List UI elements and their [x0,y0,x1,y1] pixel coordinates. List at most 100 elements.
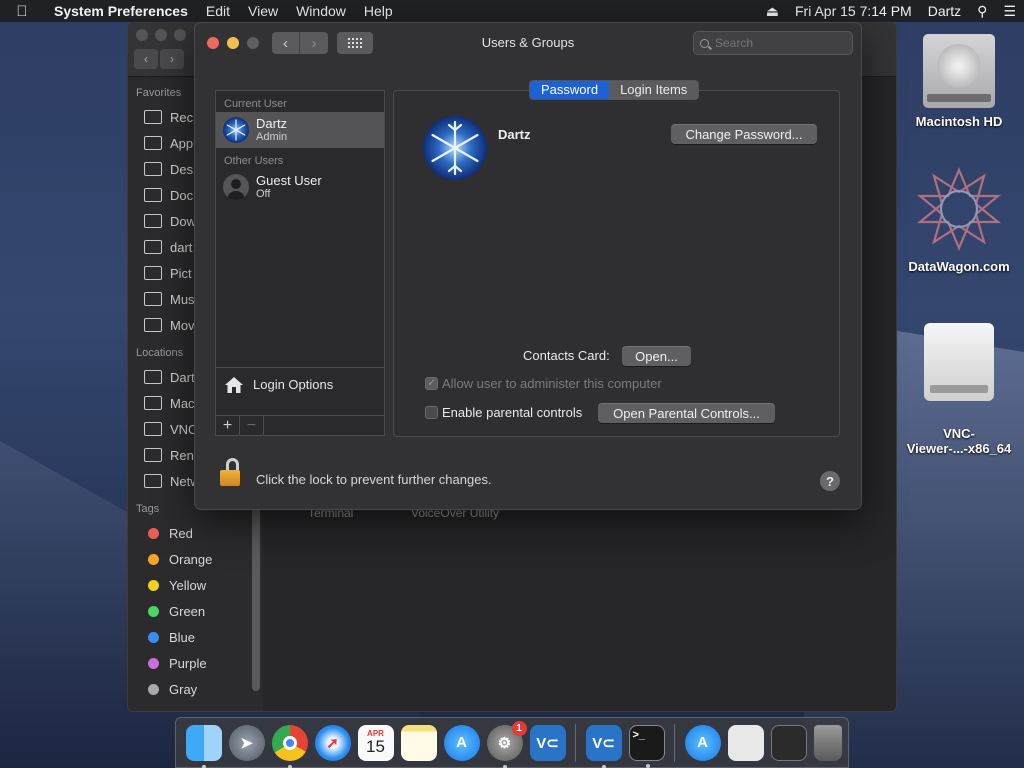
change-password-button[interactable]: Change Password... [671,124,817,144]
dock-separator [575,723,576,762]
calendar-day: 15 [366,737,385,756]
apple-menu-icon[interactable]:  [0,3,44,20]
other-users-header: Other Users [224,155,284,167]
tab-login-items[interactable]: Login Items [609,81,699,99]
tag-red[interactable]: Red [128,520,263,546]
allow-admin-checkbox: ✓ [425,377,438,390]
parental-controls-checkbox[interactable] [425,406,438,419]
tag-green[interactable]: Green [128,598,263,624]
finder-nav: ‹ › [134,49,184,69]
terminal-icon[interactable]: >_ [628,724,665,768]
guest-avatar-icon [223,174,249,200]
lock-message: Click the lock to prevent further change… [256,472,492,487]
remove-user-button[interactable]: − [240,416,264,435]
drive-icon [144,422,162,436]
dock-separator [674,723,675,762]
snowflake-icon [431,120,479,176]
add-user-button[interactable]: + [216,416,240,435]
computer-icon [144,370,162,384]
tag-dot-icon [148,527,159,539]
tag-orange[interactable]: Orange [128,546,263,572]
document-icon[interactable] [727,724,764,761]
desktop-icon-label: DataWagon.com [908,259,1010,274]
menu-bar:  System Preferences Edit View Window He… [0,0,1024,22]
user-picture[interactable] [423,116,487,180]
desktop-icon-vnc-viewer[interactable]: VNC- Viewer-...-x86_64 [904,308,1014,471]
screen-sharing-icon[interactable] [770,724,807,761]
contacts-card-label: Contacts Card: [523,348,610,363]
tag-yellow[interactable]: Yellow [128,572,263,598]
eject-icon[interactable]: ⏏ [758,3,787,20]
downloads-icon [144,214,162,228]
vnc-viewer-icon[interactable]: V⊂ [529,724,566,761]
tab-password[interactable]: Password [530,81,610,99]
help-button[interactable]: ? [820,471,840,491]
snowflake-avatar-icon [223,117,249,143]
search-icon [700,38,709,48]
tag-blue[interactable]: Blue [128,624,263,650]
vnc-viewer-icon[interactable]: V⊂ [585,724,622,768]
system-preferences-gear-icon[interactable]: ⚙ 1 [486,720,527,768]
documents-icon [144,188,162,202]
tag-dot-icon [148,553,159,565]
network-icon [144,474,162,488]
lock-icon[interactable] [220,458,242,488]
menu-window[interactable]: Window [287,3,355,19]
user-row-guest[interactable]: Guest User Off [216,169,384,205]
menu-app-name[interactable]: System Preferences [44,3,197,19]
parental-controls-label: Enable parental controls [442,405,583,420]
tag-dot-icon [148,605,159,617]
app-store-icon[interactable]: A [443,724,480,761]
house-icon [225,376,243,393]
music-icon [144,292,162,306]
finder-forward-icon[interactable]: › [160,49,184,69]
window-titlebar: ‹ › Users & Groups [195,23,861,63]
menu-edit[interactable]: Edit [197,3,239,19]
notification-center-icon[interactable]: ☰ [995,3,1024,20]
dock: ➤ ➚ APR 15 A ⚙ 1 V⊂ V⊂ >_ A [175,717,849,768]
finder-dock-icon[interactable] [185,724,222,768]
star-polygon-icon [916,167,1002,251]
hard-disk-icon [923,34,995,108]
tab-control: Password Login Items [529,80,700,100]
open-parental-controls-button[interactable]: Open Parental Controls... [598,403,775,423]
app-store-icon[interactable]: A [684,724,721,761]
login-options-button[interactable]: Login Options [216,367,384,401]
menu-view[interactable]: View [239,3,287,19]
safari-compass-icon[interactable]: ➚ [314,724,351,761]
tag-gray[interactable]: Gray [128,676,263,702]
applications-icon [144,136,162,150]
tag-dot-icon [148,579,159,591]
disc-icon [144,448,162,462]
trash-icon[interactable] [813,724,842,761]
tag-dot-icon [148,683,159,695]
search-field[interactable] [693,31,853,55]
menu-user[interactable]: Dartz [920,3,969,19]
user-role: Off [256,188,271,200]
users-list-toolbar: + − [216,415,384,435]
user-role: Admin [256,131,288,143]
user-row-dartz[interactable]: Dartz Admin [216,112,384,148]
tag-purple[interactable]: Purple [128,650,263,676]
tag-dot-icon [148,631,159,643]
desktop-icon-label: VNC- Viewer-...-x86_64 [906,426,1012,456]
notification-badge: 1 [511,720,527,736]
search-input[interactable] [715,36,835,50]
camera-icon [144,266,162,280]
disk-icon [144,396,162,410]
chrome-icon[interactable] [271,724,308,768]
desktop-icon-macintosh-hd[interactable]: Macintosh HD [904,34,1014,129]
notes-icon[interactable] [400,724,437,761]
menu-clock[interactable]: Fri Apr 15 7:14 PM [787,3,920,19]
menu-help[interactable]: Help [355,3,402,19]
desktop-icon-label: Macintosh HD [915,114,1003,129]
desktop-icon-datawagon[interactable]: DataWagon.com [904,166,1014,274]
film-icon [144,318,162,332]
users-groups-window: ‹ › Users & Groups Current User Dartz [194,22,862,510]
finder-back-icon[interactable]: ‹ [134,49,158,69]
users-list: Current User Dartz Admin Other Users Gue… [215,90,385,436]
calendar-icon[interactable]: APR 15 [357,724,394,761]
open-contacts-button[interactable]: Open... [622,346,691,366]
spotlight-icon[interactable]: ⚲ [969,3,995,20]
launchpad-rocket-icon[interactable]: ➤ [228,724,265,761]
